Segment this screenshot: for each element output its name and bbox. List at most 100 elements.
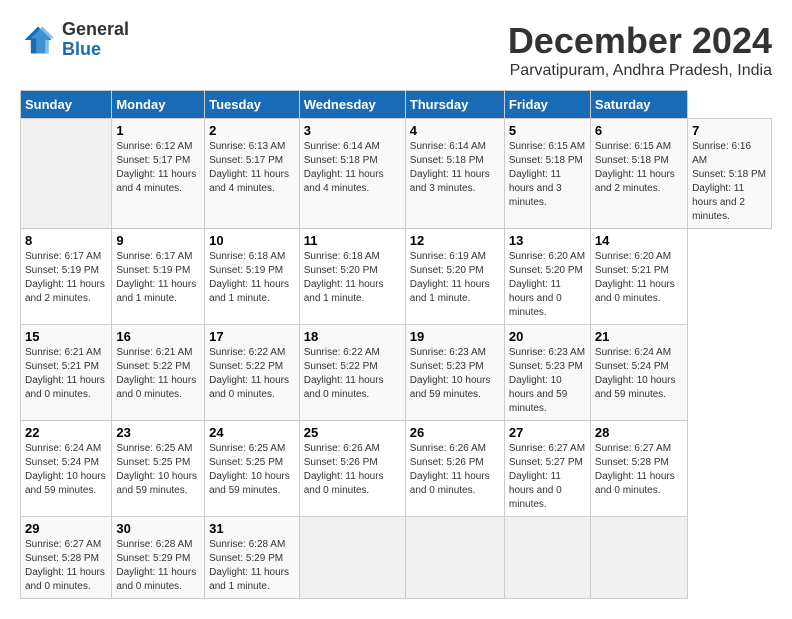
table-row: 29 Sunrise: 6:27 AMSunset: 5:28 PMDayligh… — [21, 517, 112, 599]
day-number: 11 — [304, 233, 401, 248]
table-row: 28 Sunrise: 6:27 AMSunset: 5:28 PMDayligh… — [590, 421, 687, 517]
day-info: Sunrise: 6:23 AMSunset: 5:23 PMDaylight:… — [509, 347, 585, 414]
logo-icon — [20, 22, 56, 58]
table-row: 4Sunrise: 6:14 AMSunset: 5:18 PMDaylight… — [405, 119, 504, 229]
day-number: 25 — [304, 425, 401, 440]
calendar-week-1: 1 Sunrise: 6:12 AMSunset: 5:17 PMDaylight… — [21, 119, 772, 229]
table-row: 21 Sunrise: 6:24 AMSunset: 5:24 PMDayligh… — [590, 325, 687, 421]
table-row: 3 Sunrise: 6:14 AMSunset: 5:18 PMDaylight… — [299, 119, 405, 229]
day-info: Sunrise: 6:19 AMSunset: 5:20 PMDaylight:… — [410, 251, 490, 304]
day-info: Sunrise: 6:26 AMSunset: 5:26 PMDaylight:… — [304, 443, 384, 496]
day-info: Sunrise: 6:26 AMSunset: 5:26 PMDaylight:… — [410, 443, 490, 496]
day-number: 20 — [509, 329, 586, 344]
day-info: Sunrise: 6:20 AMSunset: 5:21 PMDaylight:… — [595, 251, 675, 304]
day-number: 30 — [116, 521, 200, 536]
calendar-header-friday: Friday — [504, 91, 590, 119]
day-info: Sunrise: 6:18 AMSunset: 5:20 PMDaylight:… — [304, 251, 384, 304]
day-number: 16 — [116, 329, 200, 344]
day-info: Sunrise: 6:28 AMSunset: 5:29 PMDaylight:… — [209, 539, 289, 592]
day-number: 6 — [595, 123, 683, 138]
calendar-week-3: 15Sunrise: 6:21 AMSunset: 5:21 PMDayligh… — [21, 325, 772, 421]
day-number: 13 — [509, 233, 586, 248]
table-row: 16 Sunrise: 6:21 AMSunset: 5:22 PMDayligh… — [112, 325, 205, 421]
table-row: 12 Sunrise: 6:19 AMSunset: 5:20 PMDayligh… — [405, 229, 504, 325]
day-number: 17 — [209, 329, 295, 344]
logo: General Blue — [20, 20, 129, 60]
day-info: Sunrise: 6:14 AMSunset: 5:18 PMDaylight:… — [304, 141, 384, 194]
table-row: 30 Sunrise: 6:28 AMSunset: 5:29 PMDayligh… — [112, 517, 205, 599]
day-number: 24 — [209, 425, 295, 440]
calendar-week-4: 22Sunrise: 6:24 AMSunset: 5:24 PMDayligh… — [21, 421, 772, 517]
day-number: 8 — [25, 233, 107, 248]
calendar-header-wednesday: Wednesday — [299, 91, 405, 119]
day-info: Sunrise: 6:28 AMSunset: 5:29 PMDaylight:… — [116, 539, 196, 592]
table-row: 31Sunrise: 6:28 AMSunset: 5:29 PMDayligh… — [205, 517, 300, 599]
day-number: 1 — [116, 123, 200, 138]
table-row: 25 Sunrise: 6:26 AMSunset: 5:26 PMDayligh… — [299, 421, 405, 517]
day-info: Sunrise: 6:24 AMSunset: 5:24 PMDaylight:… — [25, 443, 106, 496]
day-info: Sunrise: 6:20 AMSunset: 5:20 PMDaylight:… — [509, 251, 585, 318]
day-number: 26 — [410, 425, 500, 440]
month-title: December 2024 — [508, 20, 772, 62]
day-info: Sunrise: 6:22 AMSunset: 5:22 PMDaylight:… — [304, 347, 384, 400]
table-row: 1 Sunrise: 6:12 AMSunset: 5:17 PMDaylight… — [112, 119, 205, 229]
table-row: 27Sunrise: 6:27 AMSunset: 5:27 PMDayligh… — [504, 421, 590, 517]
table-row: 22Sunrise: 6:24 AMSunset: 5:24 PMDayligh… — [21, 421, 112, 517]
day-number: 18 — [304, 329, 401, 344]
day-info: Sunrise: 6:21 AMSunset: 5:22 PMDaylight:… — [116, 347, 196, 400]
calendar-week-2: 8 Sunrise: 6:17 AMSunset: 5:19 PMDaylight… — [21, 229, 772, 325]
day-info: Sunrise: 6:14 AMSunset: 5:18 PMDaylight:… — [410, 141, 490, 194]
calendar-header-monday: Monday — [112, 91, 205, 119]
day-number: 7 — [692, 123, 767, 138]
day-info: Sunrise: 6:27 AMSunset: 5:28 PMDaylight:… — [25, 539, 105, 592]
table-row: 8 Sunrise: 6:17 AMSunset: 5:19 PMDaylight… — [21, 229, 112, 325]
table-row: 2Sunrise: 6:13 AMSunset: 5:17 PMDaylight… — [205, 119, 300, 229]
table-row: 14Sunrise: 6:20 AMSunset: 5:21 PMDayligh… — [590, 229, 687, 325]
table-row: 18 Sunrise: 6:22 AMSunset: 5:22 PMDayligh… — [299, 325, 405, 421]
day-number: 15 — [25, 329, 107, 344]
table-row: 11 Sunrise: 6:18 AMSunset: 5:20 PMDayligh… — [299, 229, 405, 325]
calendar-header-row: SundayMondayTuesdayWednesdayThursdayFrid… — [21, 91, 772, 119]
day-info: Sunrise: 6:12 AMSunset: 5:17 PMDaylight:… — [116, 141, 196, 194]
table-row: 9Sunrise: 6:17 AMSunset: 5:19 PMDaylight… — [112, 229, 205, 325]
table-row: 13 Sunrise: 6:20 AMSunset: 5:20 PMDayligh… — [504, 229, 590, 325]
day-info: Sunrise: 6:18 AMSunset: 5:19 PMDaylight:… — [209, 251, 289, 304]
day-info: Sunrise: 6:17 AMSunset: 5:19 PMDaylight:… — [116, 251, 196, 304]
calendar-header-sunday: Sunday — [21, 91, 112, 119]
day-info: Sunrise: 6:17 AMSunset: 5:19 PMDaylight:… — [25, 251, 105, 304]
table-row: 17Sunrise: 6:22 AMSunset: 5:22 PMDayligh… — [205, 325, 300, 421]
table-row: 20 Sunrise: 6:23 AMSunset: 5:23 PMDayligh… — [504, 325, 590, 421]
day-info: Sunrise: 6:23 AMSunset: 5:23 PMDaylight:… — [410, 347, 491, 400]
day-number: 3 — [304, 123, 401, 138]
day-number: 28 — [595, 425, 683, 440]
page-header: General Blue December 2024 Parvatipuram,… — [20, 20, 772, 80]
day-info: Sunrise: 6:15 AMSunset: 5:18 PMDaylight:… — [595, 141, 675, 194]
calendar-header-tuesday: Tuesday — [205, 91, 300, 119]
calendar-body: 1 Sunrise: 6:12 AMSunset: 5:17 PMDaylight… — [21, 119, 772, 599]
calendar-header-saturday: Saturday — [590, 91, 687, 119]
day-number: 19 — [410, 329, 500, 344]
title-block: December 2024 Parvatipuram, Andhra Prade… — [508, 20, 772, 80]
day-number: 23 — [116, 425, 200, 440]
day-info: Sunrise: 6:24 AMSunset: 5:24 PMDaylight:… — [595, 347, 676, 400]
day-number: 21 — [595, 329, 683, 344]
day-info: Sunrise: 6:25 AMSunset: 5:25 PMDaylight:… — [116, 443, 197, 496]
table-row: 7 Sunrise: 6:16 AMSunset: 5:18 PMDaylight… — [688, 119, 772, 229]
day-info: Sunrise: 6:27 AMSunset: 5:28 PMDaylight:… — [595, 443, 675, 496]
table-row: 5Sunrise: 6:15 AMSunset: 5:18 PMDaylight… — [504, 119, 590, 229]
day-number: 27 — [509, 425, 586, 440]
logo-line1: General — [62, 20, 129, 40]
table-row: 26 Sunrise: 6:26 AMSunset: 5:26 PMDayligh… — [405, 421, 504, 517]
calendar-week-5: 29 Sunrise: 6:27 AMSunset: 5:28 PMDayligh… — [21, 517, 772, 599]
table-row — [590, 517, 687, 599]
day-number: 2 — [209, 123, 295, 138]
day-info: Sunrise: 6:16 AMSunset: 5:18 PMDaylight:… — [692, 141, 766, 222]
day-number: 12 — [410, 233, 500, 248]
day-info: Sunrise: 6:25 AMSunset: 5:25 PMDaylight:… — [209, 443, 290, 496]
day-number: 29 — [25, 521, 107, 536]
calendar-table: SundayMondayTuesdayWednesdayThursdayFrid… — [20, 90, 772, 599]
table-row: 24 Sunrise: 6:25 AMSunset: 5:25 PMDayligh… — [205, 421, 300, 517]
calendar-header-thursday: Thursday — [405, 91, 504, 119]
empty-cell — [21, 119, 112, 229]
table-row: 19 Sunrise: 6:23 AMSunset: 5:23 PMDayligh… — [405, 325, 504, 421]
